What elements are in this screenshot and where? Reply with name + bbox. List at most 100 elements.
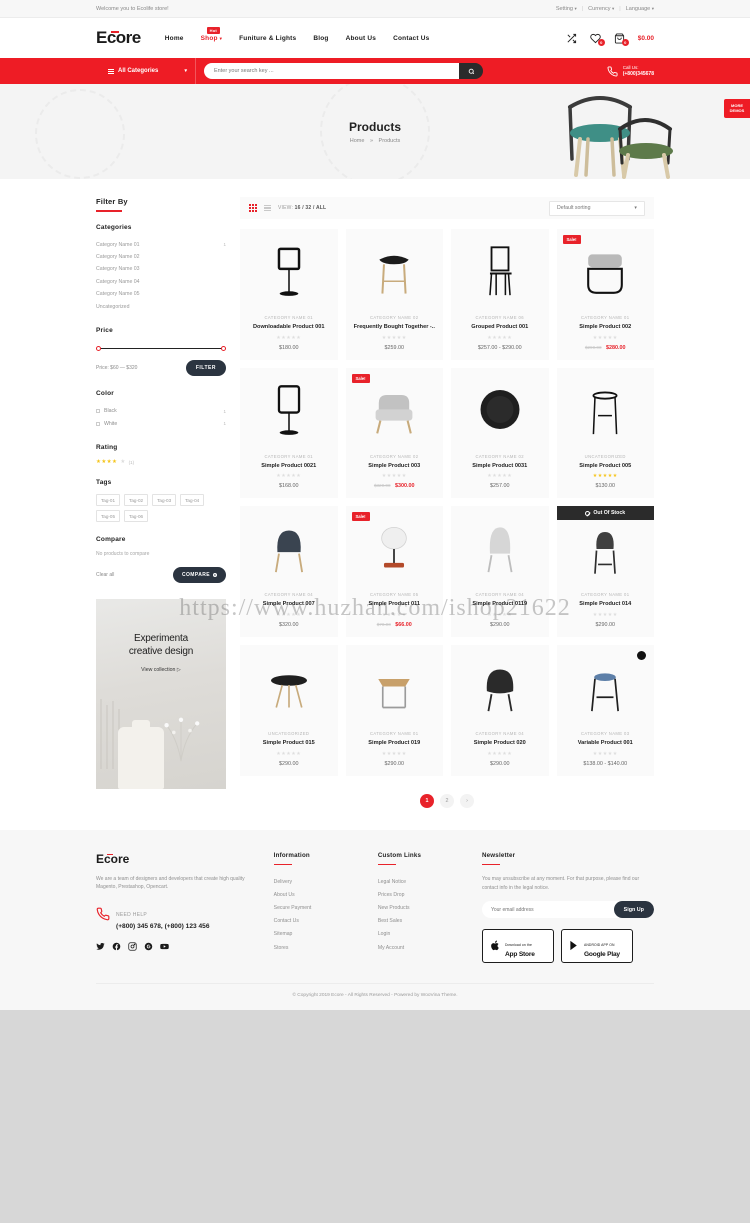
list-item[interactable]: Category Name 05 (96, 288, 226, 300)
list-item[interactable]: Stores (274, 941, 356, 954)
app-store-badge[interactable]: Download on the App Store (481, 929, 554, 963)
footer-logo[interactable]: Ecore (96, 852, 252, 866)
facebook-icon[interactable] (112, 942, 121, 951)
product-card[interactable]: CATEGORY NAME 01 Simple Product 0021 ★★★… (240, 367, 338, 499)
clear-all-link[interactable]: Clear all (96, 572, 114, 578)
page-2[interactable]: 2 (440, 793, 454, 808)
product-card[interactable]: CATEGORY NAME 04 Simple Product 007 ★★★★… (240, 506, 338, 638)
sign-up-button[interactable]: Sign Up (613, 901, 654, 918)
setting-dropdown[interactable]: Setting ▾ (556, 6, 577, 12)
list-item[interactable]: Prices Drop (378, 888, 460, 901)
product-card[interactable]: CATEGORY NAME 02 Simple Product 0031 ★★★… (451, 367, 549, 499)
list-item[interactable]: Category Name 02 (96, 251, 226, 263)
product-card[interactable]: Sale! CATEGORY NAME 02 Simple Product 00… (345, 367, 443, 499)
product-card[interactable]: UNCATEGORIZED Simple Product 005 ★★★★★ $… (556, 367, 654, 499)
list-item[interactable]: Uncategorized (96, 300, 226, 312)
product-name[interactable]: Simple Product 014 (562, 601, 650, 608)
all-categories-dropdown[interactable]: All Categories ▾ (96, 58, 196, 84)
currency-dropdown[interactable]: Currency ▾ (588, 6, 614, 12)
newsletter-email-input[interactable] (481, 906, 614, 913)
product-name[interactable]: Simple Product 005 (562, 463, 650, 470)
wishlist-icon[interactable]: 0 (589, 32, 605, 46)
slider-handle-min[interactable] (96, 345, 101, 351)
view-collection-link[interactable]: View collection ▷ (141, 667, 181, 673)
list-item[interactable]: Secure Payment (274, 901, 356, 914)
product-card[interactable]: CATEGORY NAME 03 Variable Product 001 ★★… (556, 645, 654, 776)
list-item[interactable]: Login (378, 928, 460, 941)
product-card[interactable]: Sale! CATEGORY NAME 01 Simple Product 00… (556, 229, 654, 360)
language-dropdown[interactable]: Language ▾ (626, 6, 654, 12)
product-card[interactable]: CATEGORY NAME 06 Grouped Product 001 ★★★… (451, 229, 549, 360)
product-name[interactable]: Downloadable Product 001 (245, 324, 333, 331)
instagram-icon[interactable] (128, 942, 137, 951)
nav-item-home[interactable]: Home (165, 35, 184, 42)
slider-handle-max[interactable] (221, 345, 226, 351)
product-name[interactable]: Frequently Bought Together -.. (351, 324, 439, 331)
google-play-badge[interactable]: ANDROID APP ON Google Play (560, 929, 633, 963)
list-item[interactable]: Delivery (274, 875, 356, 888)
list-item[interactable]: My Account (378, 941, 460, 954)
list-view-icon[interactable] (264, 204, 271, 212)
tag-item[interactable]: Tag-06 (124, 510, 149, 522)
list-item[interactable]: Category Name 03 (96, 263, 226, 275)
product-card[interactable]: Out Of Stock CATEGORY NAME 01 Simple Pro… (556, 506, 654, 638)
tag-item[interactable]: Tag-04 (180, 494, 205, 506)
cart-icon[interactable]: 0 (613, 32, 629, 46)
product-card[interactable]: CATEGORY NAME 04 Simple Product 020 ★★★★… (451, 645, 549, 776)
nav-item-about-us[interactable]: About Us (346, 35, 377, 42)
product-name[interactable]: Simple Product 019 (351, 740, 439, 747)
product-name[interactable]: Simple Product 0021 (245, 463, 333, 470)
product-name[interactable]: Simple Product 015 (245, 740, 333, 747)
product-name[interactable]: Simple Product 002 (562, 324, 650, 331)
list-item[interactable]: Black 1 (96, 405, 226, 417)
list-item[interactable]: Sitemap (274, 928, 356, 941)
list-item[interactable]: Best Sales (378, 915, 460, 928)
nav-item-blog[interactable]: Blog (313, 35, 328, 42)
tag-item[interactable]: Tag-01 (96, 494, 121, 506)
product-name[interactable]: Simple Product 0031 (456, 463, 544, 470)
product-card[interactable]: CATEGORY NAME 02 Frequently Bought Toget… (345, 229, 443, 360)
product-card[interactable]: UNCATEGORIZED Simple Product 015 ★★★★★ $… (240, 645, 338, 776)
twitter-icon[interactable] (96, 942, 105, 951)
product-name[interactable]: Grouped Product 001 (456, 324, 544, 331)
checkbox[interactable] (96, 409, 100, 414)
nav-item-contact-us[interactable]: Contact Us (393, 35, 429, 42)
next-page-button[interactable]: › (460, 793, 474, 808)
product-name[interactable]: Simple Product 007 (245, 601, 333, 608)
promo-banner[interactable]: Experimenta creative design View collect… (96, 599, 226, 789)
youtube-icon[interactable] (160, 942, 169, 951)
breadcrumb-home[interactable]: Home (350, 138, 365, 144)
list-item[interactable]: Legal Notice (378, 875, 460, 888)
list-item[interactable]: Contact Us (274, 915, 356, 928)
list-item[interactable]: White 1 (96, 418, 226, 430)
list-item[interactable]: Category Name 01 1 (96, 239, 226, 251)
price-slider[interactable] (96, 342, 226, 354)
product-name[interactable]: Simple Product 003 (351, 463, 439, 470)
search-input[interactable] (204, 63, 459, 79)
tag-item[interactable]: Tag-03 (152, 494, 177, 506)
filter-button[interactable]: FILTER (185, 360, 226, 377)
product-card[interactable]: Sale! CATEGORY NAME 05 Simple Product 01… (345, 506, 443, 638)
list-item[interactable]: New Products (378, 901, 460, 914)
site-logo[interactable]: Ecore (96, 28, 141, 48)
google-icon[interactable] (144, 942, 153, 951)
more-demos-tab[interactable]: MORE DEMOS (724, 99, 750, 118)
compare-icon[interactable] (565, 32, 578, 45)
nav-item-shop[interactable]: Shop ▾ Hot (201, 26, 223, 42)
grid-view-icon[interactable] (249, 204, 257, 212)
product-card[interactable]: CATEGORY NAME 04 Simple Product 0119 ★★★… (451, 506, 549, 638)
search-button[interactable] (459, 63, 483, 79)
page-1[interactable]: 1 (420, 793, 434, 808)
tag-item[interactable]: Tag-05 (96, 510, 121, 522)
product-card[interactable]: CATEGORY NAME 01 Simple Product 019 ★★★★… (345, 645, 443, 776)
checkbox[interactable] (96, 421, 100, 426)
rating-row[interactable]: ★★★★ ★ (1) (96, 459, 226, 465)
view-options[interactable]: 16 / 32 / ALL (295, 205, 327, 211)
product-name[interactable]: Variable Product 001 (562, 740, 650, 747)
product-card[interactable]: CATEGORY NAME 01 Downloadable Product 00… (240, 229, 338, 360)
list-item[interactable]: Category Name 04 (96, 276, 226, 288)
tag-item[interactable]: Tag-02 (124, 494, 149, 506)
nav-item-furniture-lights[interactable]: Funiture & Lights (239, 35, 296, 42)
product-name[interactable]: Simple Product 011 (351, 601, 439, 608)
sort-select[interactable]: Default sorting ▾ (549, 200, 645, 216)
